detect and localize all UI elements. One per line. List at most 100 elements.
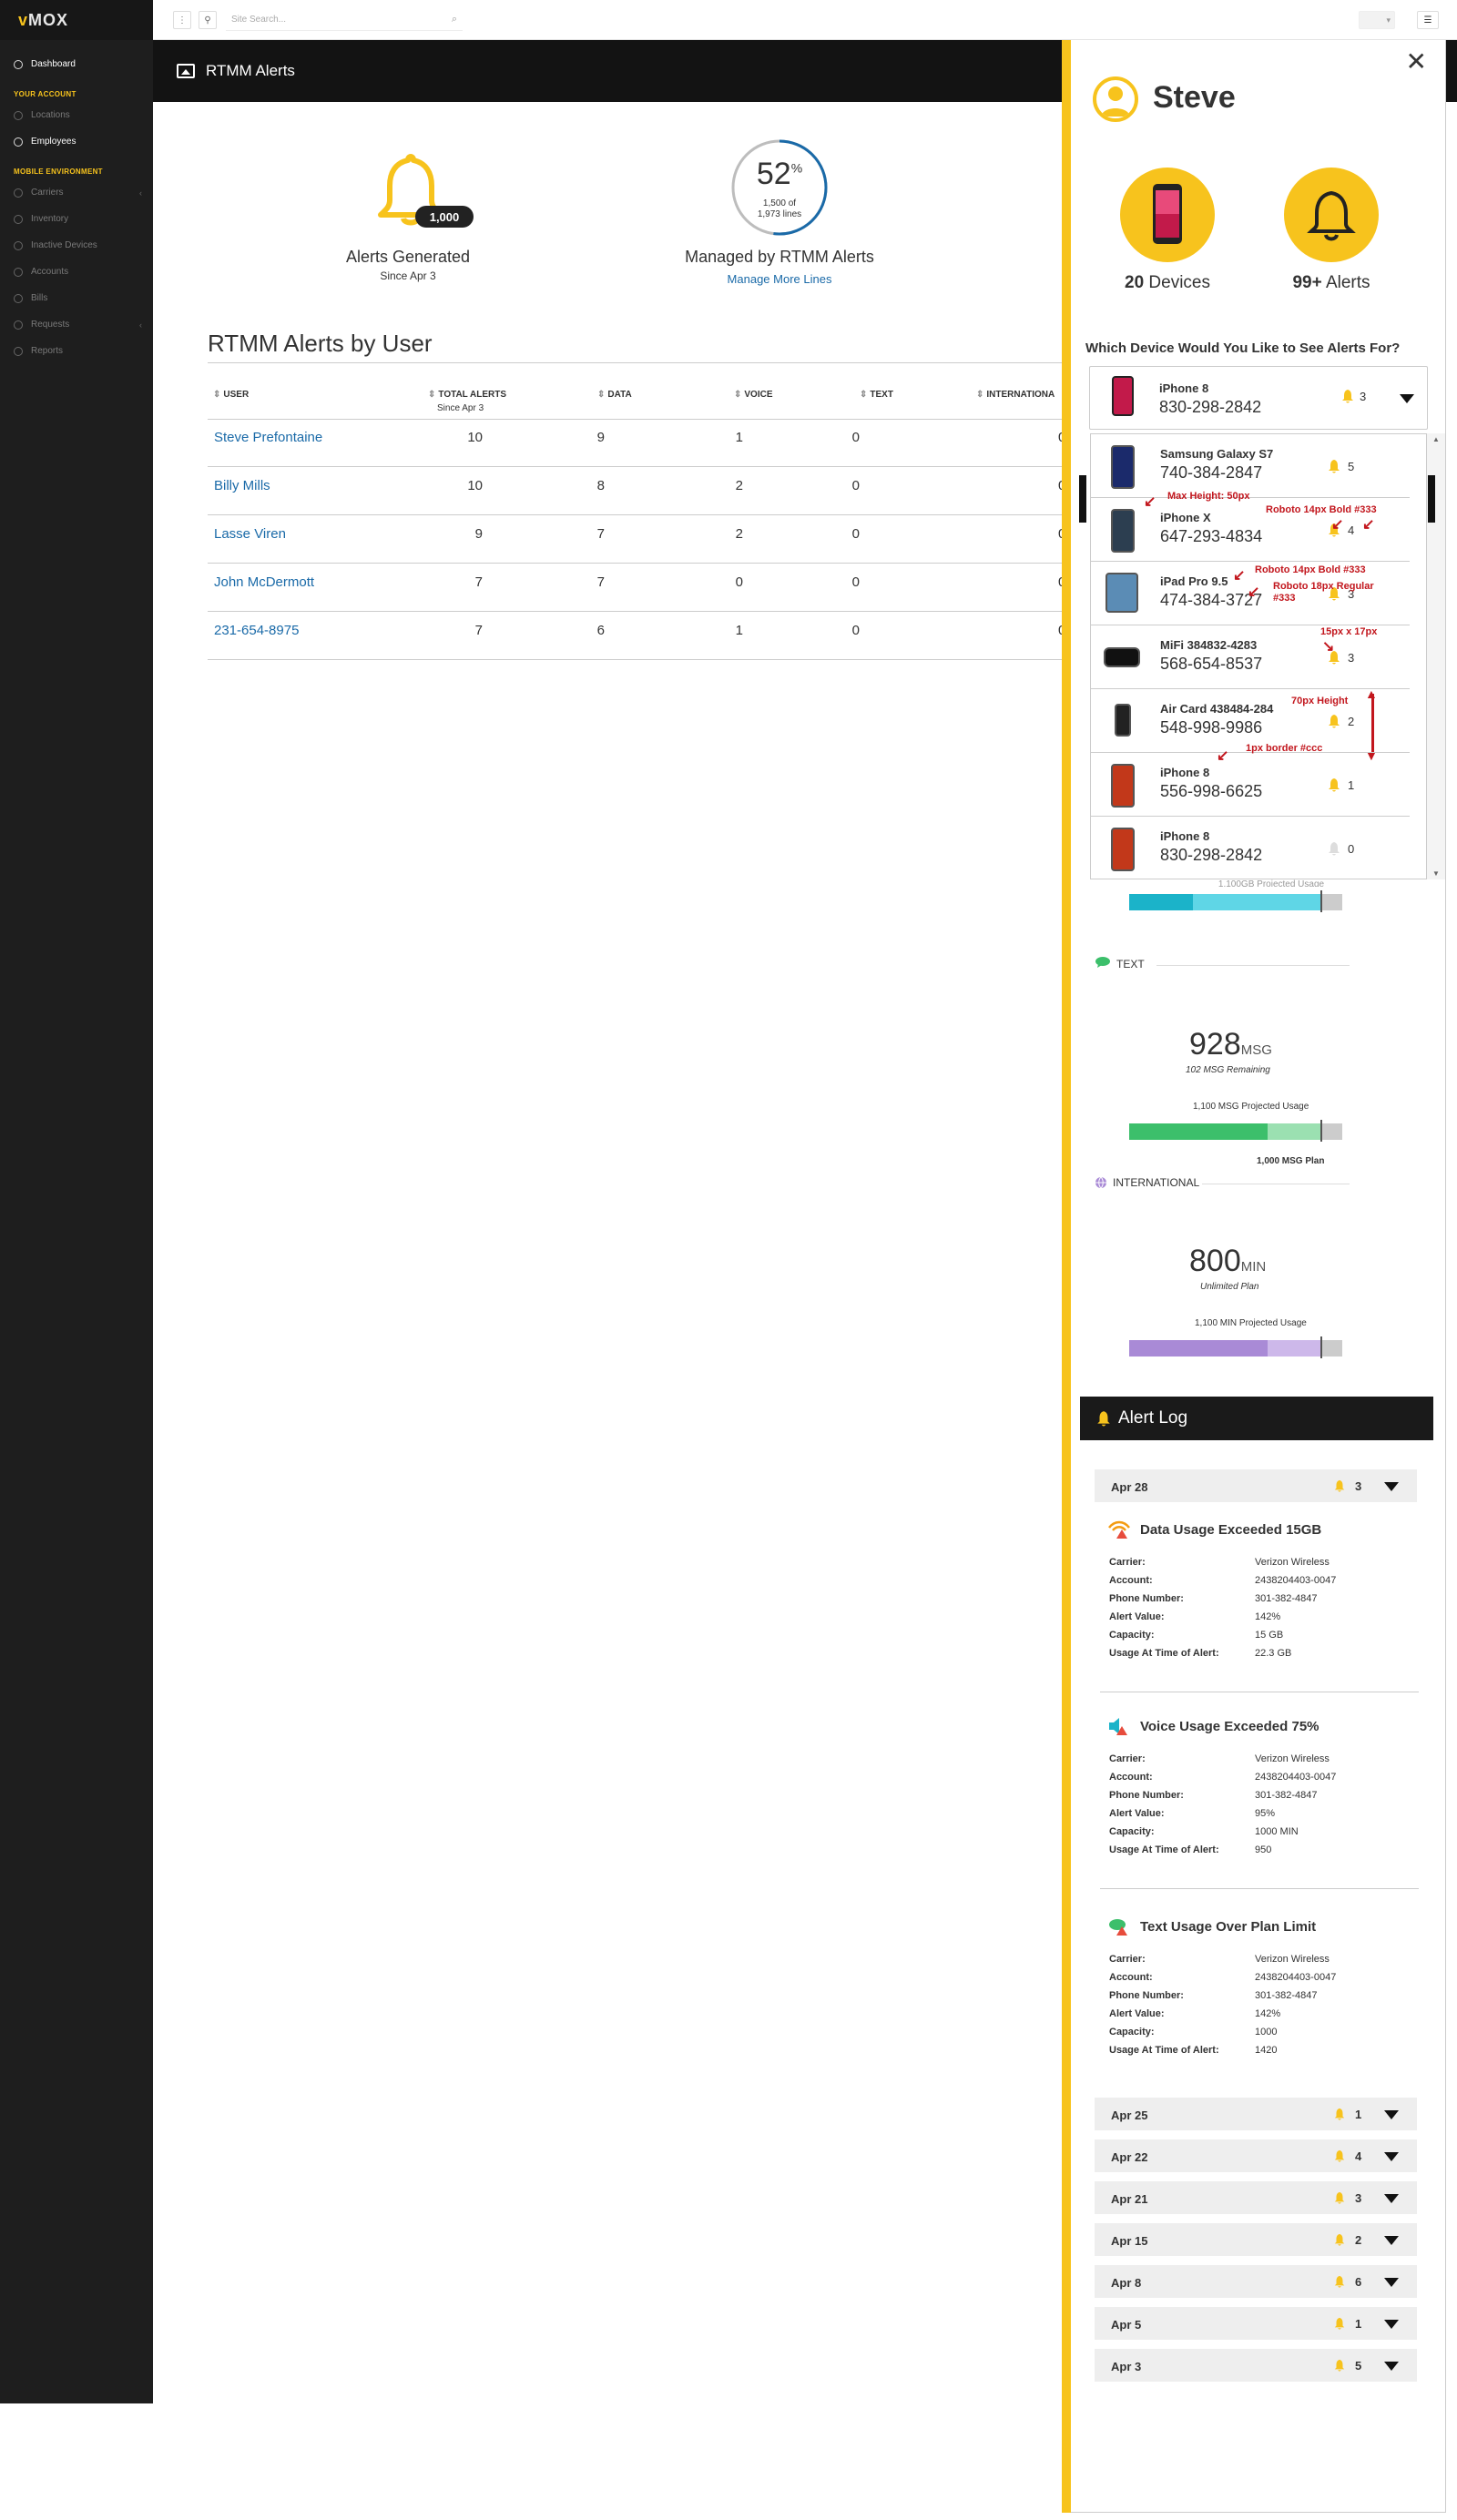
device-option-number: 740-384-2847: [1160, 463, 1263, 482]
chevron-down-icon: [1384, 2110, 1399, 2119]
bell-icon: [1329, 842, 1340, 856]
device-option[interactable]: iPhone 8 830-298-2842 0: [1091, 817, 1410, 879]
brand-logo[interactable]: v MOX: [0, 0, 153, 40]
bell-icon: [1342, 390, 1353, 403]
annotation-bold-font: Roboto 14px Bold #333: [1266, 504, 1377, 515]
device-option[interactable]: iPhone 8 556-998-6625 1: [1091, 753, 1410, 817]
sidebar-item-label: Reports: [31, 346, 64, 356]
brand-name: MOX: [28, 10, 69, 29]
table-cell-voice: 0: [735, 574, 743, 590]
data-usage-bar: [1129, 890, 1342, 912]
alert-day-date: Apr 21: [1111, 2192, 1148, 2206]
bell-icon: [1329, 778, 1340, 792]
dashboard-icon: [14, 59, 23, 69]
alerts-count-label: Alerts: [1325, 273, 1370, 292]
column-header-international[interactable]: ⇕ INTERNATIONA: [976, 390, 1055, 400]
annotation-arrow: ↙: [1331, 517, 1344, 533]
chevron-down-icon: [1400, 394, 1414, 403]
alert-day-row[interactable]: Apr 21 3: [1095, 2181, 1417, 2214]
device-option-name: Air Card 438484-284: [1160, 702, 1274, 716]
table-cell-total: 7: [474, 623, 483, 638]
wifi-warning-icon: [1108, 1520, 1130, 1539]
alert-field-value: 142%: [1255, 2008, 1281, 2019]
alert-day-row[interactable]: Apr 28 3: [1095, 1469, 1417, 1502]
annotation-border: 1px border #ccc: [1246, 743, 1323, 754]
phone-icon: [1153, 184, 1182, 244]
bell-icon: [1334, 1479, 1345, 1492]
bell-icon: [1329, 460, 1340, 473]
alert-day-row[interactable]: Apr 3 5: [1095, 2349, 1417, 2382]
table-cell-total: 10: [467, 478, 483, 493]
alert-day-date: Apr 25: [1111, 2108, 1148, 2122]
alert-title: Text Usage Over Plan Limit: [1140, 1919, 1317, 1935]
sidebar-item-employees[interactable]: Employees: [0, 128, 153, 155]
sidebar: v MOX Dashboard YOUR ACCOUNT Locations Em…: [0, 0, 153, 2403]
column-header-voice[interactable]: ⇕ VOICE: [734, 390, 773, 400]
search-icon: ⌕: [451, 14, 457, 25]
text-usage-divider: [1156, 965, 1350, 966]
sidebar-item-dashboard[interactable]: Dashboard: [0, 51, 153, 77]
sort-icon: ⇕: [428, 390, 436, 400]
panel-toggle-button[interactable]: ☰: [1417, 11, 1439, 29]
column-header-user[interactable]: ⇕ USER: [213, 390, 249, 400]
sidebar-item-carriers[interactable]: Carriers ‹: [0, 179, 153, 206]
sidebar-item-requests[interactable]: Requests ‹: [0, 311, 153, 338]
column-header-total[interactable]: ⇕ TOTAL ALERTS: [428, 390, 506, 400]
pin-button[interactable]: ⚲: [199, 11, 217, 29]
chevron-left-icon: ‹: [139, 188, 142, 198]
carrier-icon: [14, 188, 23, 198]
annotation-arrow-up: ▲: [1365, 686, 1378, 701]
table-cell-user-link[interactable]: Lasse Viren: [214, 526, 286, 542]
table-cell-voice: 2: [735, 526, 743, 542]
alert-day-row[interactable]: Apr 22 4: [1095, 2139, 1417, 2172]
bell-icon: [1334, 2275, 1345, 2288]
device-option[interactable]: Samsung Galaxy S7 740-384-2847 5: [1091, 434, 1410, 498]
annotation-arrow: ↘: [1322, 639, 1335, 655]
alert-day-row[interactable]: Apr 8 6: [1095, 2265, 1417, 2298]
alert-title: Voice Usage Exceeded 75%: [1140, 1719, 1319, 1734]
text-usage-plan: 1,000 MSG Plan: [1257, 1156, 1325, 1166]
annotation-regular-font: Roboto 18px Regular: [1273, 581, 1374, 592]
sidebar-item-inventory[interactable]: Inventory: [0, 206, 153, 232]
user-menu-button[interactable]: ▾: [1359, 11, 1395, 29]
aircard-icon: [1115, 704, 1131, 737]
table-cell-user-link[interactable]: 231-654-8975: [214, 623, 299, 638]
alert-log-header: Alert Log: [1080, 1397, 1433, 1440]
manage-more-lines-link[interactable]: Manage More Lines: [674, 272, 885, 286]
table-cell-user-link[interactable]: John McDermott: [214, 574, 314, 590]
sidebar-item-reports[interactable]: Reports: [0, 338, 153, 364]
sidebar-item-locations[interactable]: Locations: [0, 102, 153, 128]
annotation-icon-size: 15px x 17px: [1320, 626, 1378, 637]
alert-field-label: Carrier:: [1109, 1954, 1146, 1965]
column-header-label: TOTAL ALERTS: [438, 390, 507, 400]
alerts-count-value: 99+: [1292, 273, 1322, 292]
chevron-down-icon: [1384, 2236, 1399, 2245]
device-select[interactable]: iPhone 8 830-298-2842 3: [1089, 366, 1428, 430]
sidebar-item-inactive-devices[interactable]: Inactive Devices: [0, 232, 153, 259]
column-header-total-sub: Since Apr 3: [437, 403, 484, 413]
close-icon[interactable]: ✕: [1406, 49, 1427, 75]
alert-field-label: Alert Value:: [1109, 2008, 1165, 2019]
devices-circle[interactable]: [1120, 168, 1215, 262]
alert-day-row[interactable]: Apr 5 1: [1095, 2307, 1417, 2340]
chat-warning-icon: [1109, 1919, 1127, 1936]
table-cell-user-link[interactable]: Billy Mills: [214, 478, 270, 493]
sidebar-item-label: Requests: [31, 320, 70, 330]
alert-field-value: 95%: [1255, 1808, 1276, 1819]
speaker-warning-icon: [1109, 1718, 1127, 1735]
sidebar-item-accounts[interactable]: Accounts: [0, 259, 153, 285]
alert-field-value: 22.3 GB: [1255, 1648, 1292, 1659]
sidebar-item-bills[interactable]: Bills: [0, 285, 153, 311]
column-header-text[interactable]: ⇕ TEXT: [860, 390, 893, 400]
search-input[interactable]: Site Search... ⌕: [226, 9, 463, 31]
intl-usage-number: 800: [1189, 1244, 1241, 1278]
alert-field-value: 2438204403-0047: [1255, 1772, 1337, 1783]
alert-day-row[interactable]: Apr 25 1: [1095, 2098, 1417, 2130]
table-cell-user-link[interactable]: Steve Prefontaine: [214, 430, 322, 445]
column-header-data[interactable]: ⇕ DATA: [597, 390, 632, 400]
menu-toggle-button[interactable]: ⋮: [173, 11, 191, 29]
alerts-circle[interactable]: [1284, 168, 1379, 262]
table-cell-data: 9: [596, 430, 605, 445]
device-option-number: 568-654-8537: [1160, 655, 1263, 673]
alert-day-row[interactable]: Apr 15 2: [1095, 2223, 1417, 2256]
